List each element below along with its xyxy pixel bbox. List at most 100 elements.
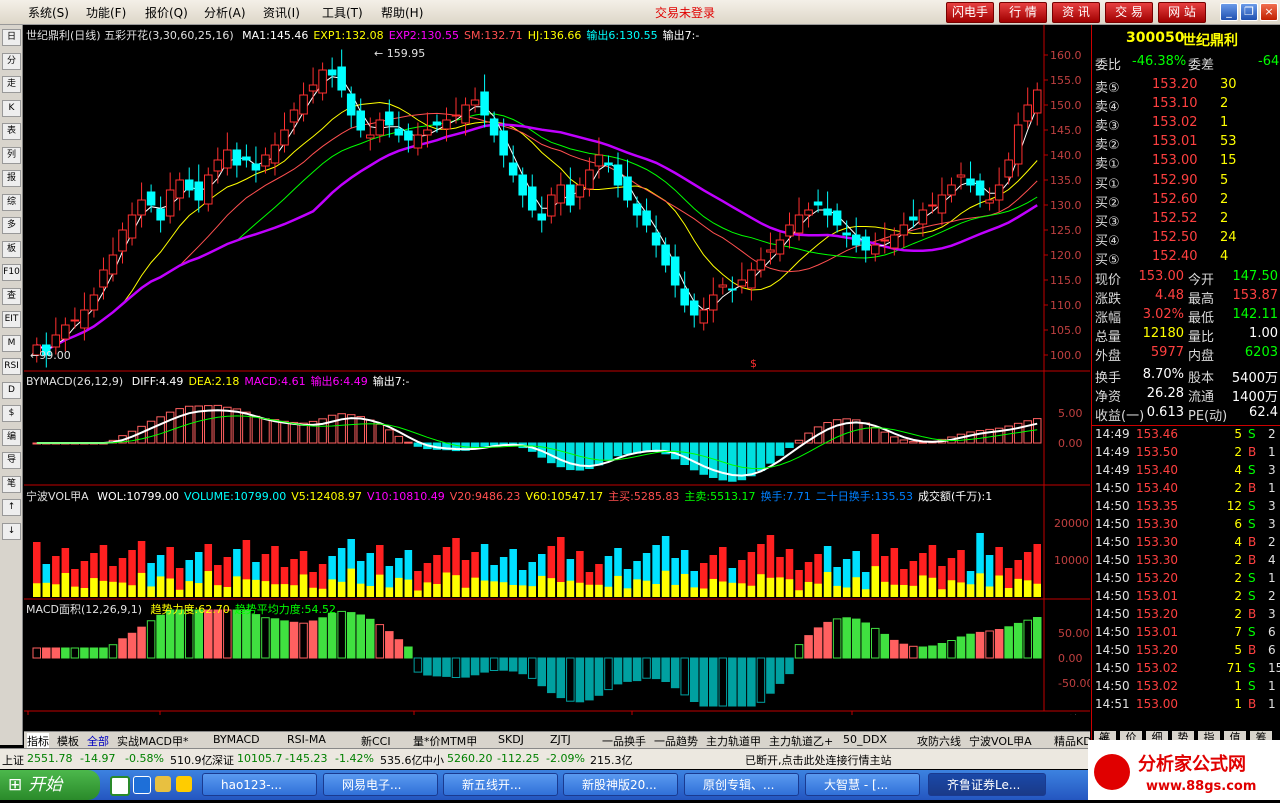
menu-tools[interactable]: 工具(T) xyxy=(322,4,363,21)
macd-bar xyxy=(146,420,156,444)
toolbar-button-7[interactable]: 综 xyxy=(2,193,21,211)
area-bar xyxy=(851,618,861,659)
close-icon[interactable]: × xyxy=(1260,3,1278,21)
trade-status[interactable]: 交易未登录 xyxy=(655,4,715,21)
area-bar xyxy=(327,612,337,659)
area-bar xyxy=(156,614,165,659)
indicator-tab-6[interactable]: 新CCI xyxy=(361,733,391,749)
candle xyxy=(175,179,184,199)
menu-help[interactable]: 帮助(H) xyxy=(381,4,423,21)
toolbar-button-3[interactable]: K xyxy=(2,99,21,117)
volume-bar-buy xyxy=(347,568,355,597)
taskbar-item-0[interactable]: hao123-... xyxy=(202,773,317,796)
toolbar-button-5[interactable]: 列 xyxy=(2,146,21,164)
toolbar-button-14[interactable]: RSI xyxy=(2,358,21,375)
zx-amount: 215.3亿 xyxy=(590,754,633,767)
toolbar-button-4[interactable]: 表 xyxy=(2,123,21,140)
toolbar-button-6[interactable]: 报 xyxy=(2,170,21,187)
indicator-tab-14[interactable]: 50_DDX xyxy=(843,733,887,746)
volume-bar-buy xyxy=(814,583,822,597)
toolbar-button-19[interactable]: 笔 xyxy=(2,475,21,493)
taskbar-item-6[interactable]: 齐鲁证券Le... xyxy=(928,773,1046,796)
toolbar-button-9[interactable]: 板 xyxy=(2,240,21,258)
area-bar xyxy=(89,647,99,659)
tick-side-6: B xyxy=(1248,535,1257,549)
indicator-tab-9[interactable]: ZJTJ xyxy=(550,733,571,746)
macd-bar xyxy=(251,415,261,444)
indicator-tab-1[interactable]: 模板 xyxy=(57,733,79,749)
fund-label2-2: PE(动) xyxy=(1188,409,1228,424)
toolbar-button-17[interactable]: 编 xyxy=(2,428,21,446)
desktop-icon[interactable] xyxy=(155,776,171,792)
indicator-tab-7[interactable]: 量*价MTM甲 xyxy=(413,733,477,749)
indicator-tab-16[interactable]: 宁波VOL甲A xyxy=(969,733,1032,749)
area-bar xyxy=(966,633,975,659)
toolbar-button-8[interactable]: 多 xyxy=(2,217,21,234)
tick-time-1: 14:49 xyxy=(1095,445,1130,459)
toolbar-button-0[interactable]: 日 xyxy=(2,29,21,46)
toolbar-button-11[interactable]: 查 xyxy=(2,287,21,305)
toolbar-button-10[interactable]: F10 xyxy=(2,264,21,281)
area-bar xyxy=(785,657,794,675)
toolbar-button-12[interactable]: EIT xyxy=(2,311,21,328)
area-bar xyxy=(718,657,728,707)
security-icon[interactable] xyxy=(110,776,130,796)
menu-quote[interactable]: 报价(Q) xyxy=(145,4,188,21)
candle xyxy=(1004,159,1013,178)
toolbar-button-16[interactable]: $ xyxy=(2,405,21,422)
candle xyxy=(442,119,451,130)
quote-label1-0: 现价 xyxy=(1095,273,1122,288)
flash-trade-button[interactable]: 闪电手 xyxy=(946,2,994,23)
menu-info[interactable]: 资讯(I) xyxy=(263,4,300,21)
ie-icon[interactable] xyxy=(133,776,151,794)
folder-icon[interactable] xyxy=(176,776,192,792)
taskbar-item-3[interactable]: 新股神版20... xyxy=(563,773,678,796)
taskbar-item-4[interactable]: 原创专辑、... xyxy=(684,773,799,796)
toolbar-button-13[interactable]: M xyxy=(2,334,21,352)
indicator-tab-5[interactable]: RSI-MA xyxy=(287,733,326,746)
area-bar xyxy=(1023,619,1032,659)
toolbar-button-1[interactable]: 分 xyxy=(2,52,21,70)
indicator-tab-3[interactable]: 实战MACD甲* xyxy=(117,733,188,749)
start-button[interactable]: ⊞ 开始 xyxy=(0,770,100,800)
indicator-tab-11[interactable]: 一品趋势 xyxy=(654,733,698,749)
trade-button[interactable]: 交 易 xyxy=(1105,2,1153,23)
price-tick-5: 135.0 xyxy=(1050,174,1082,187)
menu-function[interactable]: 功能(F) xyxy=(86,4,126,21)
market-button[interactable]: 行 情 xyxy=(999,2,1047,23)
indicator-tab-10[interactable]: 一品换手 xyxy=(602,733,646,749)
toolbar-button-21[interactable]: ↓ xyxy=(2,522,21,540)
indicator-tab-15[interactable]: 攻防六线 xyxy=(917,733,961,749)
toolbar-button-2[interactable]: 走 xyxy=(2,76,21,93)
taskbar-item-5[interactable]: 大智慧 - [... xyxy=(805,773,920,796)
taskbar-item-1[interactable]: 网易电子... xyxy=(323,773,438,796)
tick-count-12: 6 xyxy=(1268,643,1276,657)
connection-message[interactable]: 已断开,点击此处连接行情主站 xyxy=(745,752,892,768)
toolbar-button-15[interactable]: D xyxy=(2,381,21,399)
chart-area[interactable]: 160.0 155.0 150.0 145.0 140.0 135.0 130.0 125.0… xyxy=(24,25,1093,728)
volume-bar-buy xyxy=(909,585,918,597)
indicator-tab-8[interactable]: SKDJ xyxy=(498,733,524,746)
taskbar-item-2[interactable]: 新五线开... xyxy=(443,773,558,796)
news-button[interactable]: 资 讯 xyxy=(1052,2,1100,23)
toolbar-button-18[interactable]: 导 xyxy=(2,452,21,469)
website-button[interactable]: 网 站 xyxy=(1158,2,1206,23)
toolbar-button-20[interactable]: ↑ xyxy=(2,499,21,516)
volume-bar-buy xyxy=(99,580,108,597)
volume-bar-buy xyxy=(861,589,870,597)
indicator-tab-0[interactable]: 指标 xyxy=(27,733,49,749)
menu-analysis[interactable]: 分析(A) xyxy=(204,4,246,21)
sz-amount: 535.6亿 xyxy=(380,754,423,767)
indicator-tab-2[interactable]: 全部 xyxy=(87,733,109,749)
indicator-tab-13[interactable]: 主力轨道乙+ xyxy=(769,733,833,749)
volume-bar-buy xyxy=(995,575,1003,597)
volume-bar-buy xyxy=(271,584,279,597)
minimize-icon[interactable]: _ xyxy=(1220,3,1238,21)
menu-system[interactable]: 系统(S) xyxy=(28,4,69,21)
area-bar xyxy=(737,657,747,707)
ask-price-3: 153.01 xyxy=(1152,134,1198,149)
indicator-tab-12[interactable]: 主力轨道甲 xyxy=(706,733,761,749)
indicator-tab-4[interactable]: BYMACD xyxy=(213,733,260,746)
area-bar xyxy=(813,627,823,659)
restore-icon[interactable]: ❐ xyxy=(1240,3,1258,21)
